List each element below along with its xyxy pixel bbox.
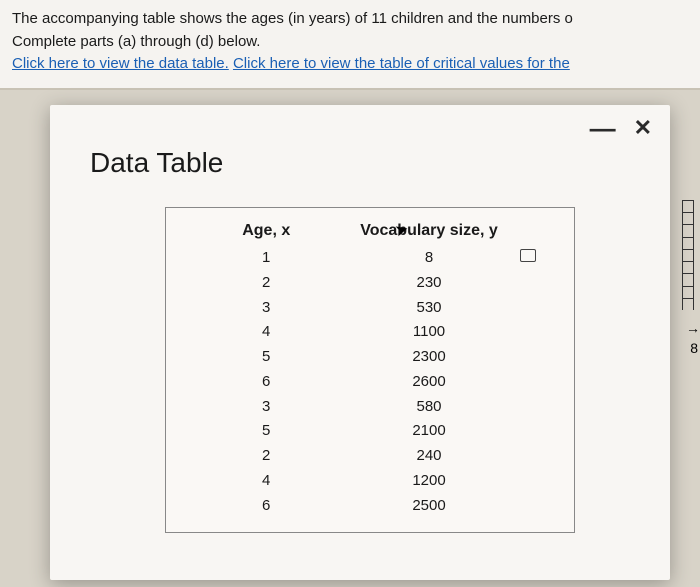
minimize-icon[interactable]: — <box>590 115 616 141</box>
data-table-modal: — ✕ ➤ Data Table Age, x 1 2 3 4 5 6 3 5 … <box>50 105 670 580</box>
copy-icon[interactable] <box>520 249 536 262</box>
table-row: 580 <box>416 395 441 420</box>
problem-line-2: Complete parts (a) through (d) below. <box>12 31 688 54</box>
close-icon[interactable]: ✕ <box>634 117 652 139</box>
table-row: 1200 <box>412 469 445 494</box>
table-row: 8 <box>425 246 433 271</box>
table-row: 230 <box>416 271 441 296</box>
table-row: 2500 <box>412 494 445 519</box>
header-vocab: Vocabulary size, y <box>360 222 498 240</box>
table-row: 3 <box>262 395 270 420</box>
table-row: 5 <box>262 345 270 370</box>
problem-statement: The accompanying table shows the ages (i… <box>0 0 700 90</box>
view-data-table-link[interactable]: Click here to view the data table. <box>12 55 229 72</box>
table-row: 1 <box>262 246 270 271</box>
table-row: 6 <box>262 370 270 395</box>
view-critical-values-link[interactable]: Click here to view the table of critical… <box>233 55 570 72</box>
ruler-edge <box>682 200 700 400</box>
col-vocab: Vocabulary size, y 8 230 530 1100 2300 2… <box>360 222 498 518</box>
table-row: 5 <box>262 419 270 444</box>
table-row: 2300 <box>412 345 445 370</box>
data-table-box: Age, x 1 2 3 4 5 6 3 5 2 4 6 Vocabulary … <box>165 207 575 533</box>
problem-line-1: The accompanying table shows the ages (i… <box>12 8 688 31</box>
table-row: 240 <box>416 444 441 469</box>
table-row: 4 <box>262 320 270 345</box>
arrow-right-icon: → <box>686 320 700 336</box>
table-row: 4 <box>262 469 270 494</box>
problem-links: Click here to view the data table. Click… <box>12 53 688 76</box>
modal-controls: — ✕ <box>590 115 652 141</box>
table-row: 2 <box>262 271 270 296</box>
table-row: 2100 <box>412 419 445 444</box>
table-row: 6 <box>262 494 270 519</box>
table-row: 2600 <box>412 370 445 395</box>
table-row: 1100 <box>413 320 445 345</box>
table-row: 530 <box>416 296 441 321</box>
data-table: Age, x 1 2 3 4 5 6 3 5 2 4 6 Vocabulary … <box>166 222 574 518</box>
table-row: 3 <box>262 296 270 321</box>
modal-title: Data Table <box>50 105 670 179</box>
header-age: Age, x <box>242 222 290 240</box>
table-row: 2 <box>262 444 270 469</box>
edge-label-8: 8 <box>690 340 698 356</box>
col-age: Age, x 1 2 3 4 5 6 3 5 2 4 6 <box>242 222 290 518</box>
